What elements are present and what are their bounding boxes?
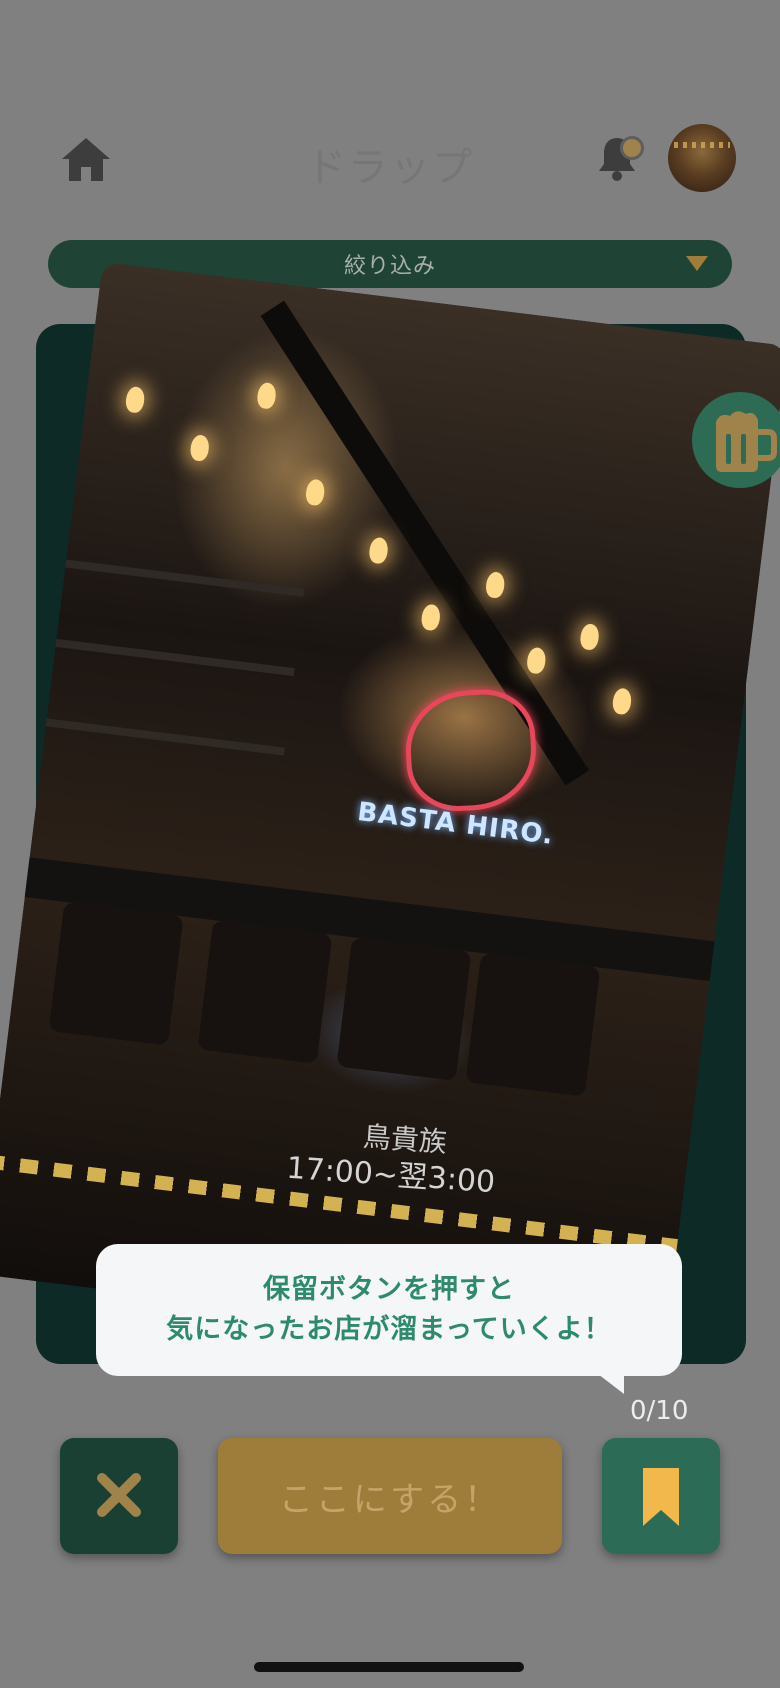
- card-photo-stool: [336, 937, 472, 1081]
- close-icon: [97, 1473, 141, 1517]
- beer-mug-icon: [692, 392, 780, 488]
- card-photo-stool: [197, 920, 333, 1064]
- card-photo-bulb: [579, 622, 601, 651]
- card-photo-bulb: [420, 603, 442, 632]
- top-bar: ドラップ: [0, 0, 780, 220]
- hint-tooltip-tail: [598, 1374, 624, 1394]
- hint-tooltip: 保留ボタンを押すと 気になったお店が溜まっていくよ！: [96, 1244, 682, 1376]
- bookmark-icon: [643, 1468, 679, 1526]
- hold-button[interactable]: [602, 1438, 720, 1554]
- filter-label: 絞り込み: [343, 254, 436, 279]
- card-photo-bulb: [256, 381, 278, 410]
- home-indicator[interactable]: [254, 1662, 524, 1672]
- card-photo-bulb: [368, 536, 390, 565]
- card-photo-neon-sign: [402, 686, 539, 814]
- hint-line-2: 気になったお店が溜まっていくよ！: [166, 1314, 612, 1345]
- card-photo-shelf: [65, 559, 305, 597]
- hint-line-1: 保留ボタンを押すと: [263, 1274, 515, 1305]
- hold-counter: 0/10: [630, 1396, 689, 1426]
- page-title: ドラップ: [306, 145, 474, 191]
- card-photo-bulb: [304, 478, 326, 507]
- card-photo-stool: [465, 953, 601, 1097]
- card-photo-bulb: [484, 571, 506, 600]
- notification-dot: [620, 136, 644, 160]
- decide-button[interactable]: ここにする！: [218, 1438, 562, 1554]
- card-photo-bulb: [189, 433, 211, 462]
- caret-down-icon: [686, 256, 708, 271]
- card-photo-shelf: [45, 718, 285, 756]
- card-photo-shelf: [55, 638, 295, 677]
- card-photo-bulb: [124, 385, 146, 414]
- card-photo-bulb: [525, 646, 547, 675]
- card-photo-stool: [48, 901, 184, 1046]
- avatar[interactable]: [668, 124, 736, 192]
- skip-button[interactable]: [60, 1438, 178, 1554]
- card-photo-bulb: [611, 687, 633, 716]
